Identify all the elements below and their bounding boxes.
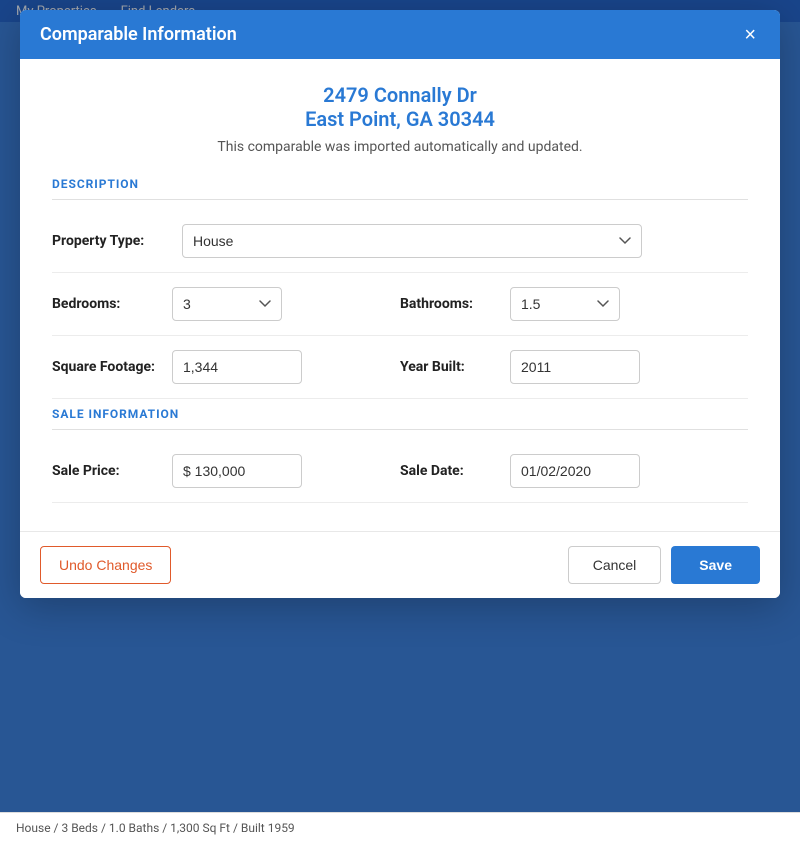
property-type-row: Property Type: House Condo Townhouse Mul… xyxy=(52,210,748,273)
bed-bath-row: Bedrooms: 1 2 3 4 5 Bathrooms: 1 xyxy=(52,273,748,336)
property-street: 2479 Connally Dr xyxy=(52,83,748,107)
property-note: This comparable was imported automatical… xyxy=(52,139,748,155)
sqft-year-row: Square Footage: Year Built: xyxy=(52,336,748,399)
close-button[interactable]: × xyxy=(740,25,760,45)
bathrooms-label: Bathrooms: xyxy=(400,296,510,312)
sale-price-group: Sale Price: xyxy=(52,454,400,488)
sale-price-date-row: Sale Price: Sale Date: xyxy=(52,440,748,503)
modal-footer: Undo Changes Cancel Save xyxy=(20,531,780,598)
sale-date-label: Sale Date: xyxy=(400,463,510,479)
bedrooms-select[interactable]: 1 2 3 4 5 xyxy=(172,287,282,321)
sale-date-group: Sale Date: xyxy=(400,454,748,488)
sale-price-input[interactable] xyxy=(172,454,302,488)
save-button[interactable]: Save xyxy=(671,546,760,584)
bottom-strip: House / 3 Beds / 1.0 Baths / 1,300 Sq Ft… xyxy=(0,812,800,842)
bedrooms-label: Bedrooms: xyxy=(52,296,172,312)
property-address: 2479 Connally Dr East Point, GA 30344 xyxy=(52,83,748,131)
description-section: DESCRIPTION Property Type: House Condo T… xyxy=(52,177,748,399)
bathrooms-select[interactable]: 1 1.5 2 2.5 3 xyxy=(510,287,620,321)
year-built-label: Year Built: xyxy=(400,359,510,375)
bathrooms-group: Bathrooms: 1 1.5 2 2.5 3 xyxy=(400,287,748,321)
sale-price-label: Sale Price: xyxy=(52,463,172,479)
property-type-label: Property Type: xyxy=(52,233,182,249)
description-label: DESCRIPTION xyxy=(52,177,748,200)
undo-changes-button[interactable]: Undo Changes xyxy=(40,546,171,584)
modal-header: Comparable Information × xyxy=(20,10,780,59)
sale-label: SALE INFORMATION xyxy=(52,407,748,430)
sale-date-input[interactable] xyxy=(510,454,640,488)
year-group: Year Built: xyxy=(400,350,748,384)
bedrooms-group: Bedrooms: 1 2 3 4 5 xyxy=(52,287,400,321)
year-built-input[interactable] xyxy=(510,350,640,384)
modal-overlay: Comparable Information × 2479 Connally D… xyxy=(0,0,800,842)
sale-section: SALE INFORMATION Sale Price: Sale Date: xyxy=(52,407,748,503)
bottom-strip-text: House / 3 Beds / 1.0 Baths / 1,300 Sq Ft… xyxy=(16,821,295,835)
modal-body: 2479 Connally Dr East Point, GA 30344 Th… xyxy=(20,59,780,531)
property-type-select[interactable]: House Condo Townhouse Multi-Family xyxy=(182,224,642,258)
sqft-label: Square Footage: xyxy=(52,359,172,375)
modal-container: Comparable Information × 2479 Connally D… xyxy=(20,10,780,598)
property-city-state: East Point, GA 30344 xyxy=(52,107,748,131)
cancel-button[interactable]: Cancel xyxy=(568,546,662,584)
sqft-group: Square Footage: xyxy=(52,350,400,384)
modal-title: Comparable Information xyxy=(40,24,237,45)
footer-right-buttons: Cancel Save xyxy=(568,546,760,584)
sqft-input[interactable] xyxy=(172,350,302,384)
